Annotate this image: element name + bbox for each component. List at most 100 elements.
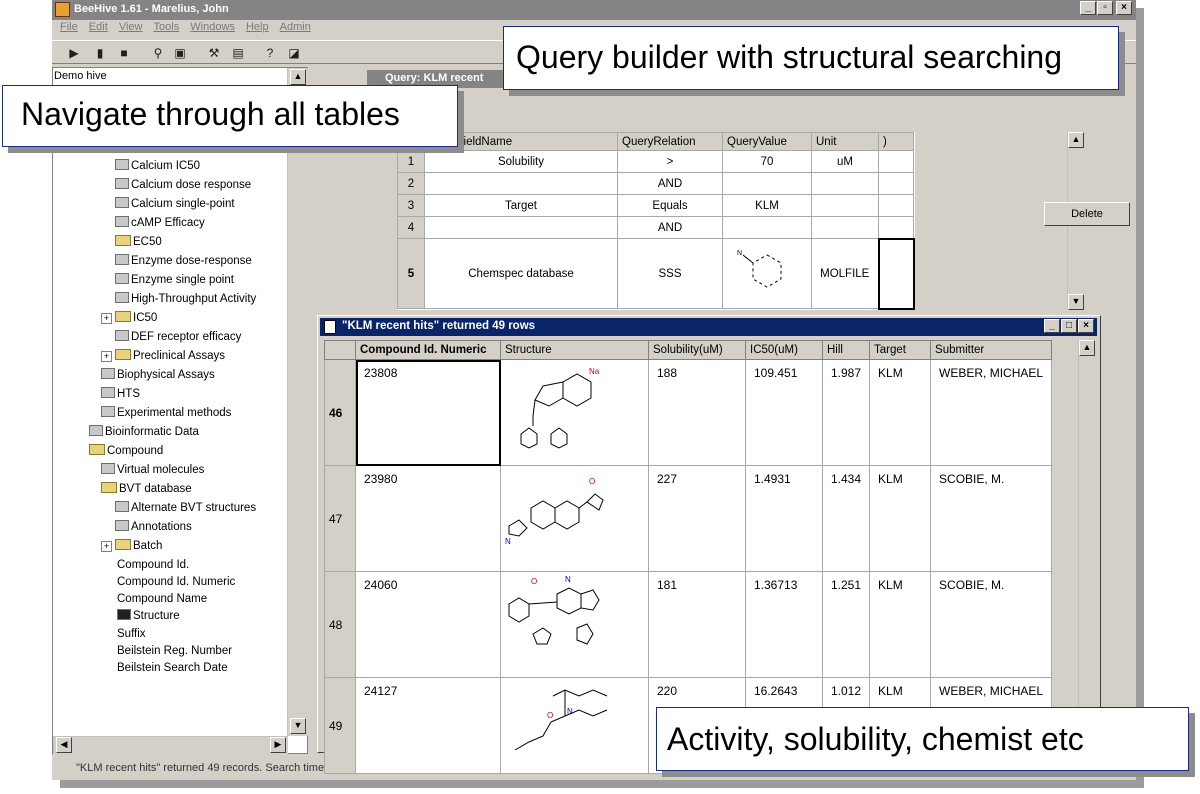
query-cell[interactable]: Equals <box>617 194 723 217</box>
result-row[interactable]: 47 23980 O N 227 1.4931 1.434 KLM SCOBIE, M. <box>324 465 1053 572</box>
header-queryrelation[interactable]: QueryRelation <box>617 132 723 151</box>
query-cell[interactable]: AND <box>617 172 723 195</box>
expand-icon[interactable]: + <box>101 541 112 552</box>
scroll-down-icon[interactable]: ▼ <box>290 718 306 734</box>
header-queryvalue[interactable]: QueryValue <box>722 132 812 151</box>
header-submitter[interactable]: Submitter <box>930 340 1053 360</box>
query-cell[interactable]: SSS <box>617 238 723 309</box>
result-cell[interactable]: 188 <box>648 359 746 466</box>
tree-item[interactable]: cAMP Efficacy <box>115 214 205 232</box>
query-cell[interactable]: 70 <box>722 150 812 173</box>
query-row[interactable]: 5 Chemspec database SSS N MOLFILE <box>397 237 915 310</box>
result-cell[interactable]: SCOBIE, M. <box>930 465 1053 572</box>
query-cell[interactable] <box>878 194 914 217</box>
tree-item[interactable]: DEF receptor efficacy <box>115 328 241 346</box>
query-cell[interactable]: KLM <box>722 194 812 217</box>
query-cell[interactable] <box>424 216 618 239</box>
tree-item[interactable]: Alternate BVT structures <box>115 499 256 517</box>
tree-item[interactable]: Enzyme single point <box>115 271 234 289</box>
tree-item[interactable]: Bioinformatic Data <box>89 423 199 441</box>
menu-file[interactable]: File <box>60 21 78 33</box>
structure-cell[interactable]: ON <box>500 677 649 774</box>
query-scroll-down-icon[interactable]: ▼ <box>1068 294 1084 310</box>
expand-icon[interactable]: + <box>101 351 112 362</box>
result-cell[interactable]: 181 <box>648 571 746 678</box>
query-cell[interactable] <box>877 237 915 310</box>
result-row[interactable]: 48 24060 N O 181 1.36713 1.251 KLM SCOBIE, M. <box>324 571 1053 678</box>
result-cell[interactable]: SCOBIE, M. <box>930 571 1053 678</box>
tree-item[interactable]: Experimental methods <box>101 404 231 422</box>
delete-button[interactable]: Delete <box>1044 202 1130 226</box>
header-solubility[interactable]: Solubility(uM) <box>648 340 746 360</box>
menu-edit[interactable]: Edit <box>89 21 108 33</box>
tree-item[interactable]: Compound Id. <box>117 556 189 574</box>
print-icon[interactable]: ▤ <box>230 45 246 61</box>
close-button[interactable]: × <box>1116 1 1132 15</box>
result-cell[interactable]: 24060 <box>355 571 501 678</box>
result-cell[interactable]: 24127 <box>355 677 501 774</box>
tree-root[interactable]: Demo hive <box>54 70 107 82</box>
menu-help[interactable]: Help <box>246 21 269 33</box>
query-cell[interactable]: Solubility <box>424 150 618 173</box>
menu-view[interactable]: View <box>119 21 143 33</box>
query-cell[interactable] <box>722 172 812 195</box>
tree-item[interactable]: EC50 <box>115 233 162 251</box>
scroll-left-icon[interactable]: ◀ <box>56 737 72 753</box>
structure-cell[interactable]: NO <box>500 571 649 678</box>
query-cell[interactable]: Chemspec database <box>424 238 618 309</box>
result-cell[interactable]: 227 <box>648 465 746 572</box>
result-cell[interactable]: WEBER, MICHAEL <box>930 359 1053 466</box>
properties-icon[interactable]: ▣ <box>172 45 188 61</box>
tree-item[interactable]: High-Throughput Activity <box>115 290 256 308</box>
structure-cell[interactable]: ON <box>500 465 649 572</box>
header-target[interactable]: Target <box>869 340 932 360</box>
find-icon[interactable]: ⚲ <box>150 45 166 61</box>
results-vertical-scrollbar[interactable]: ▲ <box>1078 340 1095 748</box>
result-row[interactable]: 46 23808 Na 188 109.451 1.987 KLM WEBER, MICHAE… <box>324 359 1053 466</box>
result-cell[interactable]: KLM <box>869 465 932 572</box>
open-icon[interactable]: ▮ <box>92 45 108 61</box>
results-minimize-button[interactable]: _ <box>1044 319 1060 333</box>
run-query-icon[interactable]: ▶ <box>66 45 82 61</box>
tree-item[interactable]: Compound <box>89 442 163 460</box>
menu-tools[interactable]: Tools <box>154 21 180 33</box>
result-cell[interactable]: 1.987 <box>821 359 871 466</box>
tree-item[interactable]: Structure <box>117 607 180 625</box>
tree-item[interactable]: Compound Name <box>117 590 207 608</box>
result-cell[interactable]: KLM <box>869 359 932 466</box>
tree-item[interactable]: Compound Id. Numeric <box>117 573 235 591</box>
header-ic50[interactable]: IC50(uM) <box>745 340 823 360</box>
header-structure[interactable]: Structure <box>500 340 649 360</box>
header-paren[interactable]: ) <box>878 132 914 151</box>
results-close-button[interactable]: × <box>1078 319 1094 333</box>
query-cell[interactable] <box>878 150 914 173</box>
query-cell[interactable]: MOLFILE <box>811 238 879 309</box>
save-icon[interactable]: ■ <box>116 45 132 61</box>
tree-item[interactable]: Suffix <box>117 625 146 643</box>
result-cell[interactable]: KLM <box>869 571 932 678</box>
query-row[interactable]: 3 Target Equals KLM <box>397 194 914 217</box>
query-cell[interactable] <box>811 172 879 195</box>
tree-item[interactable]: + IC50 <box>101 309 157 327</box>
tree-item[interactable]: + Preclinical Assays <box>101 347 225 365</box>
query-scroll-up-icon[interactable]: ▲ <box>1068 132 1084 148</box>
results-scroll-up-icon[interactable]: ▲ <box>1079 340 1095 356</box>
result-cell[interactable]: 109.451 <box>745 359 823 466</box>
query-cell[interactable]: Target <box>424 194 618 217</box>
table-tree[interactable]: Demo hive AssaysBiological AssaysBio-ass… <box>52 67 308 754</box>
context-help-icon[interactable]: ◪ <box>286 45 302 61</box>
result-cell[interactable]: 23980 <box>355 465 501 572</box>
tree-item[interactable]: Virtual molecules <box>101 461 204 479</box>
tree-item[interactable]: Calcium IC50 <box>115 157 200 175</box>
tree-item[interactable]: Annotations <box>115 518 192 536</box>
header-hill[interactable]: Hill <box>821 340 871 360</box>
minimize-button[interactable]: _ <box>1080 1 1096 15</box>
query-row[interactable]: 2 AND <box>397 172 914 195</box>
result-cell[interactable]: 1.251 <box>821 571 871 678</box>
query-cell[interactable]: > <box>617 150 723 173</box>
menu-windows[interactable]: Windows <box>190 21 235 33</box>
expand-icon[interactable]: + <box>101 313 112 324</box>
header-compound-id[interactable]: Compound Id. Numeric <box>355 340 501 360</box>
results-maximize-button[interactable]: □ <box>1061 319 1077 333</box>
query-cell[interactable]: uM <box>811 150 879 173</box>
